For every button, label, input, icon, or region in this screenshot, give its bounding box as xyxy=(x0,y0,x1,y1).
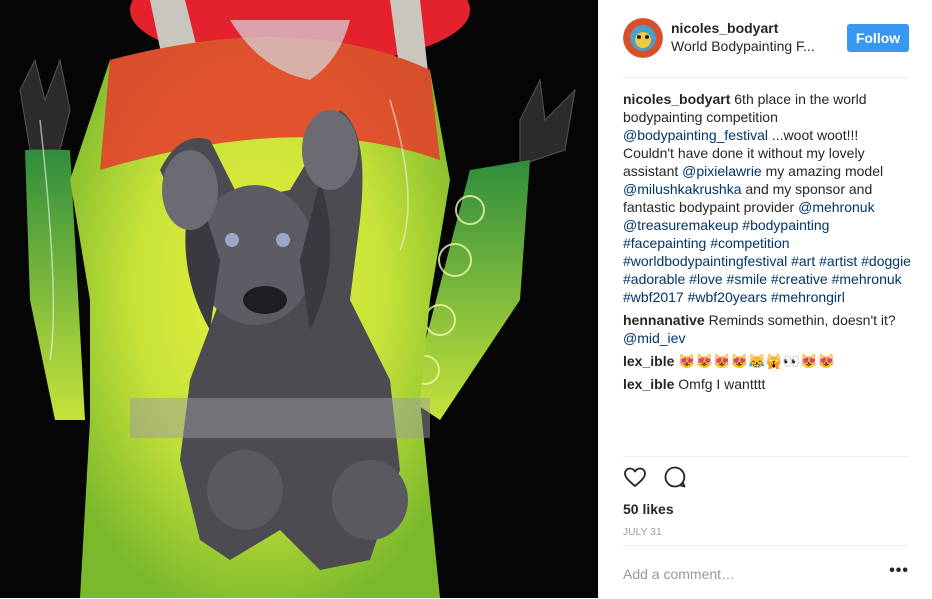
caption-text: 6th place in the world bodypainting comp… xyxy=(623,91,911,305)
comment-username[interactable]: hennanative xyxy=(623,312,705,328)
post-header: nicoles_bodyart World Bodypainting F... … xyxy=(623,16,909,78)
comment-username[interactable]: lex_ible xyxy=(623,376,674,392)
more-options-button[interactable]: ••• xyxy=(889,562,909,580)
comment-text: Reminds somethin, doesn't it? xyxy=(708,312,896,328)
caption-link[interactable]: @bodypainting_festival xyxy=(623,127,768,143)
comment-text: Omfg I wantttt xyxy=(678,376,766,392)
post-sidebar: nicoles_bodyart World Bodypainting F... … xyxy=(598,0,932,598)
comments-list: nicoles_bodyart 6th place in the world b… xyxy=(623,90,913,398)
caption-link[interactable]: #creative xyxy=(771,271,828,287)
comment-item: lex_ible Omfg I wantttt xyxy=(623,375,913,393)
comment-username[interactable]: lex_ible xyxy=(623,353,674,369)
caption-username[interactable]: nicoles_bodyart xyxy=(623,91,730,107)
avatar[interactable] xyxy=(623,18,663,58)
comment-text: 😻😻😻😻😹🙀👀😻😻 xyxy=(678,353,836,369)
action-icons xyxy=(623,465,703,497)
caption-link[interactable]: #worldbodypaintingfestival xyxy=(623,253,787,269)
avatar-image xyxy=(623,18,663,58)
caption-link[interactable]: #mehrongirl xyxy=(771,289,845,305)
caption-link[interactable]: #smile xyxy=(727,271,767,287)
header-username[interactable]: nicoles_bodyart xyxy=(671,20,778,36)
caption-link[interactable]: #adorable xyxy=(623,271,685,287)
caption-link[interactable]: #wbf2017 xyxy=(623,289,684,305)
comment-item: lex_ible 😻😻😻😻😹🙀👀😻😻 xyxy=(623,352,913,370)
likes-count[interactable]: 50 likes xyxy=(623,501,674,517)
heart-icon[interactable] xyxy=(623,465,647,489)
caption-link[interactable]: @treasuremakeup xyxy=(623,217,738,233)
caption-text: my amazing model xyxy=(761,163,884,179)
instagram-post: nicoles_bodyart World Bodypainting F... … xyxy=(0,0,932,598)
comment-link[interactable]: @mid_iev xyxy=(623,330,685,346)
follow-button[interactable]: Follow xyxy=(847,24,909,52)
actions-bar: 50 likes JULY 31 xyxy=(623,456,909,538)
caption-link[interactable]: #bodypainting xyxy=(742,217,829,233)
comment-input[interactable]: Add a comment… xyxy=(623,566,735,582)
caption-link[interactable]: #love xyxy=(689,271,722,287)
caption-link[interactable]: #doggie xyxy=(861,253,911,269)
caption-link[interactable]: #mehronuk xyxy=(832,271,902,287)
comment-container: hennanative Reminds somethin, doesn't it… xyxy=(623,311,913,393)
caption-link[interactable]: @milushkakrushka xyxy=(623,181,741,197)
caption-link[interactable]: #facepainting xyxy=(623,235,706,251)
post-image[interactable] xyxy=(0,0,598,598)
caption-link[interactable]: @pixielawrie xyxy=(682,163,762,179)
caption-link[interactable]: #competition xyxy=(710,235,789,251)
caption-link[interactable]: #wbf20years xyxy=(688,289,767,305)
caption-link[interactable]: #art xyxy=(791,253,815,269)
caption: nicoles_bodyart 6th place in the world b… xyxy=(623,90,913,306)
post-date[interactable]: JULY 31 xyxy=(623,527,662,538)
bodypaint-photo xyxy=(0,0,598,598)
comment-icon[interactable] xyxy=(663,465,687,489)
add-comment-bar: Add a comment… ••• xyxy=(623,545,909,599)
caption-link[interactable]: #artist xyxy=(819,253,857,269)
comment-item: hennanative Reminds somethin, doesn't it… xyxy=(623,311,913,347)
caption-link[interactable]: @mehronuk xyxy=(798,199,874,215)
location-link[interactable]: World Bodypainting F... xyxy=(671,38,831,54)
